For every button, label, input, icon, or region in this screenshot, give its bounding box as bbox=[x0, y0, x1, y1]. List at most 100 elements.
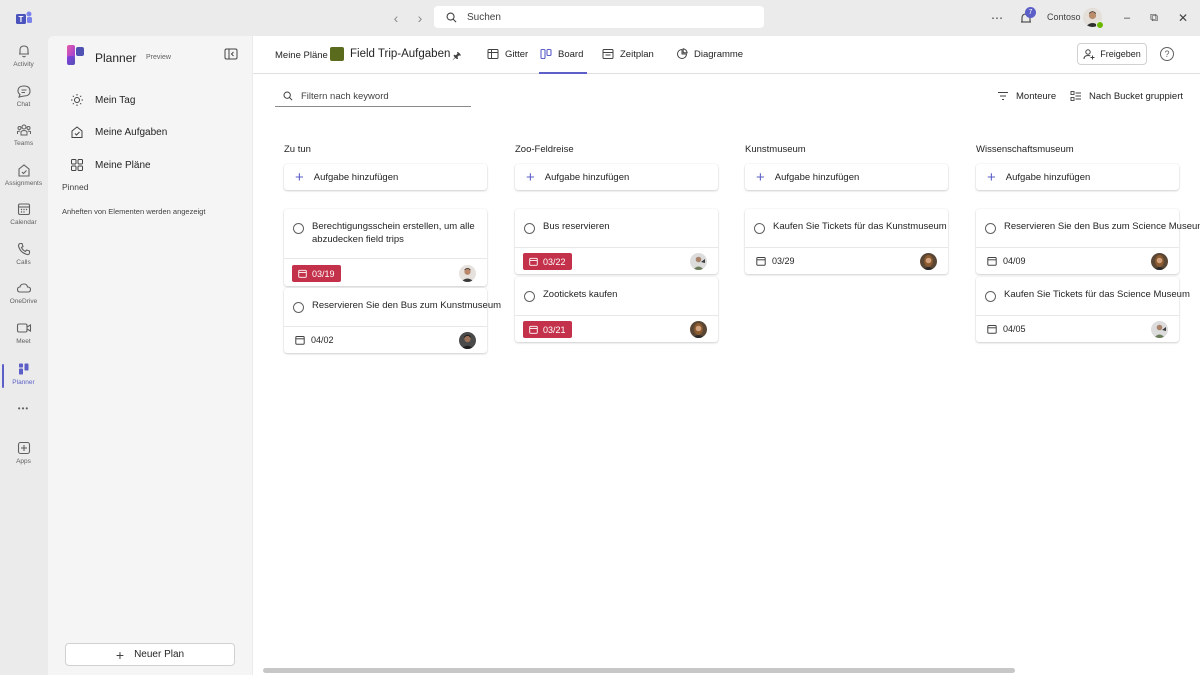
task-card[interactable]: Reservieren Sie den Bus zum Kunstmuseum … bbox=[284, 288, 501, 353]
rail-item-calendar[interactable]: Calendar bbox=[0, 196, 47, 236]
nav-my-day[interactable]: Mein Tag bbox=[70, 90, 135, 110]
card-divider bbox=[976, 247, 1179, 248]
chart-icon bbox=[677, 48, 688, 59]
task-card[interactable]: Zootickets kaufen 03/21 bbox=[515, 277, 718, 342]
bucket-title[interactable]: Wissenschaftsmuseum bbox=[976, 144, 1180, 160]
pinned-section-label: Pinned bbox=[62, 182, 89, 192]
group-by-bucket-button[interactable]: Nach Bucket gruppiert bbox=[1070, 90, 1183, 102]
tab-board[interactable]: Board bbox=[540, 48, 583, 60]
restore-icon[interactable]: ⧉ bbox=[1146, 10, 1162, 26]
add-task-button[interactable]: + Aufgabe hinzufügen bbox=[284, 164, 487, 190]
search-input[interactable]: Suchen bbox=[434, 6, 764, 28]
back-arrow-icon[interactable]: ‹ bbox=[388, 10, 404, 26]
assignee-avatar[interactable] bbox=[690, 321, 707, 338]
preview-badge: Preview bbox=[146, 54, 171, 61]
help-icon[interactable]: ? bbox=[1160, 47, 1174, 61]
group-list-icon bbox=[1070, 91, 1081, 101]
teams-logo-icon[interactable]: T bbox=[15, 10, 33, 26]
add-apps-icon bbox=[17, 441, 30, 455]
bucket-kunstmuseum: Kunstmuseum + Aufgabe hinzufügen bbox=[745, 144, 949, 190]
forward-arrow-icon[interactable]: › bbox=[412, 10, 428, 26]
notification-badge: 7 bbox=[1025, 7, 1036, 18]
rail-item-chat[interactable]: Chat bbox=[0, 78, 47, 118]
pin-icon[interactable]: 🖈 bbox=[452, 49, 461, 66]
assignee-avatar[interactable] bbox=[459, 332, 476, 349]
complete-task-checkbox[interactable] bbox=[524, 291, 535, 302]
planner-app-title: Planner bbox=[95, 51, 137, 65]
assignee-avatar[interactable] bbox=[1151, 321, 1168, 338]
rail-item-meet[interactable]: Meet bbox=[0, 315, 47, 355]
assignee-avatar[interactable] bbox=[690, 253, 707, 270]
calendar-icon bbox=[756, 257, 766, 266]
schedule-icon bbox=[602, 49, 614, 59]
collapse-panel-icon[interactable] bbox=[224, 48, 238, 60]
search-label: Suchen bbox=[467, 11, 501, 23]
search-icon bbox=[283, 91, 293, 101]
task-title: Reservieren Sie den Bus zum Science Muse… bbox=[1004, 221, 1200, 232]
nav-my-tasks[interactable]: Meine Aufgaben bbox=[70, 122, 167, 142]
bucket-title[interactable]: Zu tun bbox=[284, 144, 488, 160]
board-icon bbox=[540, 48, 552, 60]
bucket-zu-tun: Zu tun + Aufgabe hinzufügen bbox=[284, 144, 488, 190]
assignee-avatar[interactable] bbox=[920, 253, 937, 270]
add-task-button[interactable]: + Aufgabe hinzufügen bbox=[976, 164, 1179, 190]
phone-icon bbox=[17, 242, 30, 256]
bucket-title[interactable]: Kunstmuseum bbox=[745, 144, 949, 160]
add-task-button[interactable]: + Aufgabe hinzufügen bbox=[745, 164, 948, 190]
card-divider bbox=[284, 326, 487, 327]
complete-task-checkbox[interactable] bbox=[293, 302, 304, 313]
bucket-title[interactable]: Zoo-Feldreise bbox=[515, 144, 719, 160]
task-title: Kaufen Sie Tickets für das Science Museu… bbox=[1004, 289, 1190, 300]
tab-charts[interactable]: Diagramme bbox=[676, 48, 743, 60]
due-date: 04/05 bbox=[987, 324, 1026, 334]
assignee-avatar[interactable] bbox=[1151, 253, 1168, 270]
calendar-icon bbox=[529, 257, 538, 266]
new-plan-button[interactable]: + Neuer Plan bbox=[65, 643, 235, 666]
assignments-icon bbox=[17, 164, 30, 177]
rail-more-apps[interactable]: ••• bbox=[0, 398, 47, 422]
complete-task-checkbox[interactable] bbox=[985, 223, 996, 234]
planner-logo-icon bbox=[67, 45, 84, 65]
plan-header: Meine Pläne > Field Trip-Aufgaben 🖈 Gitt… bbox=[253, 36, 1200, 74]
minimize-icon[interactable]: – bbox=[1119, 10, 1135, 26]
org-name[interactable]: Contoso bbox=[1047, 12, 1081, 22]
planner-icon bbox=[18, 363, 28, 375]
plan-title[interactable]: Field Trip-Aufgaben bbox=[350, 48, 450, 60]
tab-grid[interactable]: Gitter bbox=[487, 48, 528, 60]
calendar-icon bbox=[298, 269, 307, 278]
task-card[interactable]: Bus reservieren 03/22 bbox=[515, 209, 718, 274]
nav-my-plans[interactable]: Meine Pläne bbox=[70, 155, 151, 175]
task-card[interactable]: Reservieren Sie den Bus zum Science Muse… bbox=[976, 209, 1200, 274]
rail-item-activity[interactable]: Activity bbox=[0, 38, 47, 78]
more-options-icon[interactable]: ⋯ bbox=[989, 10, 1005, 26]
complete-task-checkbox[interactable] bbox=[293, 223, 304, 234]
task-card[interactable]: Kaufen Sie Tickets für das Science Museu… bbox=[976, 277, 1190, 342]
rail-item-calls[interactable]: Calls bbox=[0, 236, 47, 276]
rail-item-onedrive[interactable]: OneDrive bbox=[0, 275, 47, 315]
add-task-button[interactable]: + Aufgabe hinzufügen bbox=[515, 164, 718, 190]
breadcrumb[interactable]: Meine Pläne > bbox=[275, 50, 336, 61]
complete-task-checkbox[interactable] bbox=[524, 223, 535, 234]
calendar-icon bbox=[987, 325, 997, 334]
rail-item-planner[interactable]: Planner bbox=[0, 356, 47, 396]
filter-icon bbox=[998, 92, 1008, 100]
complete-task-checkbox[interactable] bbox=[754, 223, 765, 234]
more-icon: ••• bbox=[17, 404, 30, 413]
filter-button[interactable]: Monteure bbox=[997, 90, 1056, 102]
filter-keyword-input[interactable]: Filtern nach keyword bbox=[275, 86, 471, 107]
task-title: Reservieren Sie den Bus zum Kunstmuseum bbox=[312, 300, 502, 311]
complete-task-checkbox[interactable] bbox=[985, 291, 996, 302]
rail-item-assignments[interactable]: Assignments bbox=[0, 157, 47, 197]
calendar-icon bbox=[17, 203, 30, 216]
task-card[interactable]: Kaufen Sie Tickets für das Kunstmuseum 0… bbox=[745, 209, 948, 274]
rail-item-apps[interactable]: Apps bbox=[0, 435, 47, 475]
rail-item-teams[interactable]: Teams bbox=[0, 117, 47, 157]
share-person-icon bbox=[1083, 49, 1095, 60]
share-button[interactable]: Freigeben bbox=[1077, 43, 1147, 65]
horizontal-scrollbar[interactable] bbox=[263, 668, 1015, 673]
assignee-avatar[interactable] bbox=[459, 265, 476, 282]
tab-schedule[interactable]: Zeitplan bbox=[602, 48, 654, 60]
chat-icon bbox=[16, 85, 31, 98]
close-icon[interactable]: ✕ bbox=[1175, 10, 1191, 26]
task-card[interactable]: Berechtigungsschein erstellen, um alle a… bbox=[284, 209, 487, 286]
